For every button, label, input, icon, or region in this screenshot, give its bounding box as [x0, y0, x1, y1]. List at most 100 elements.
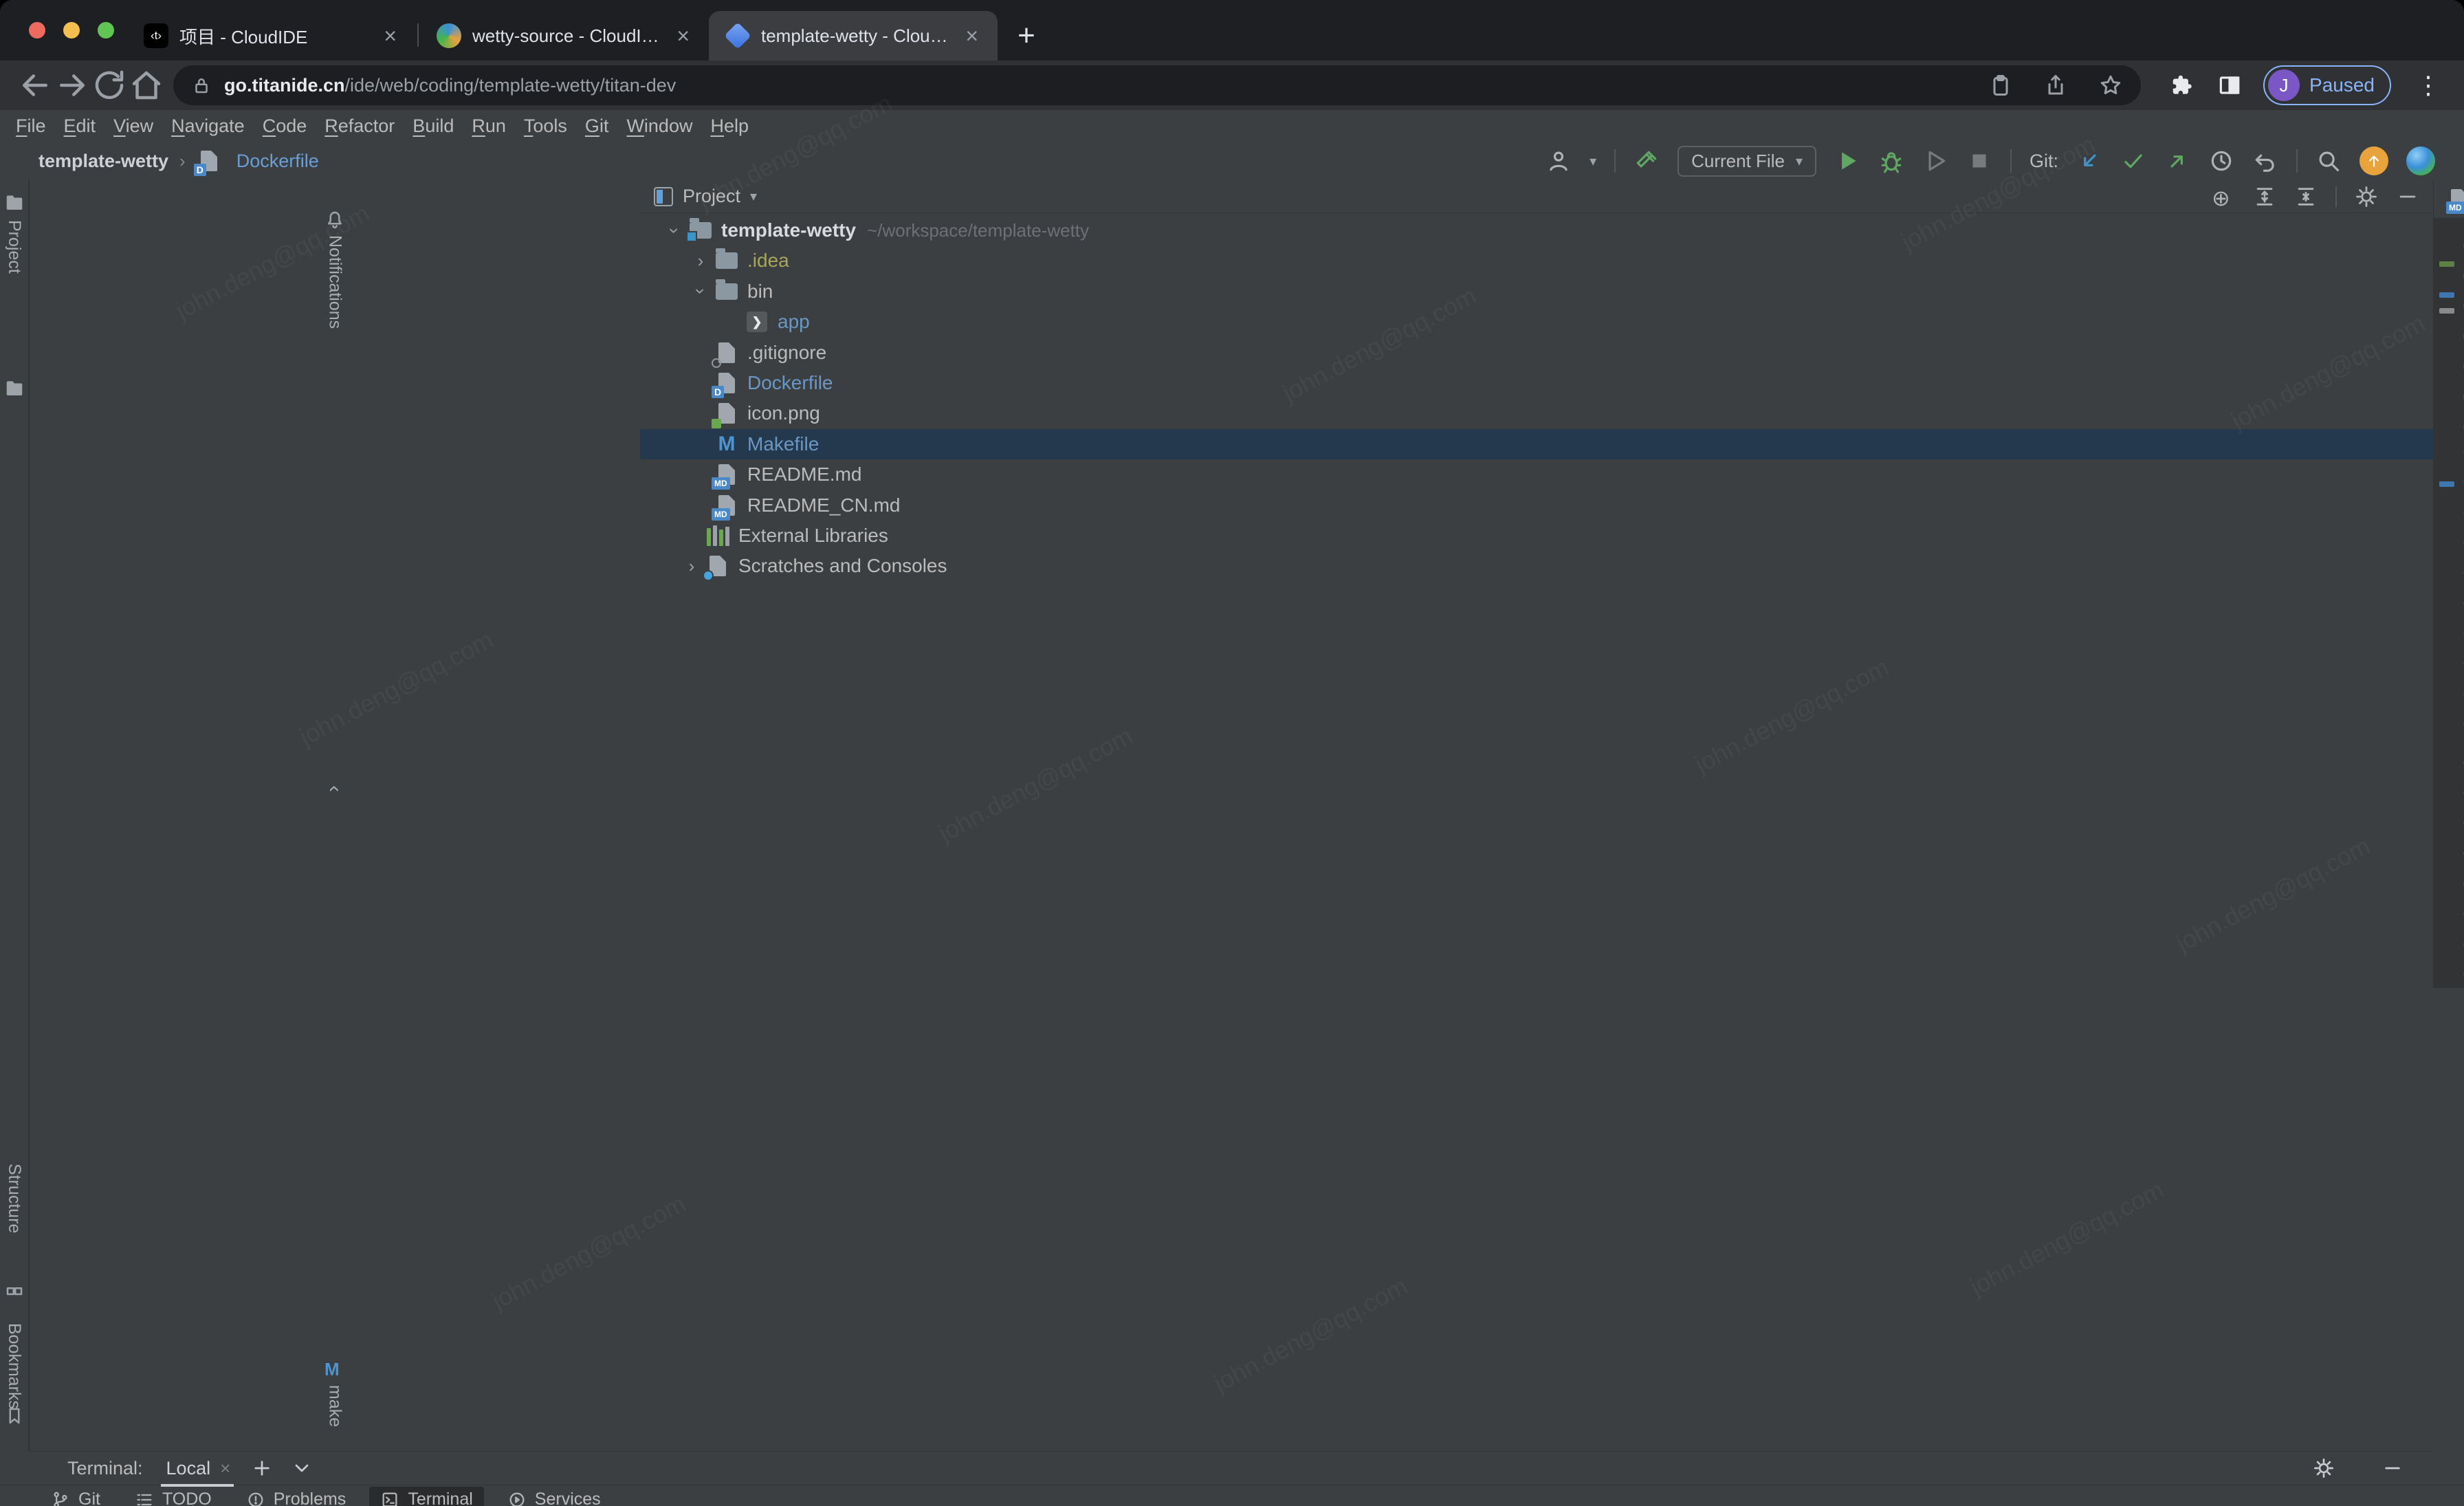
menu-refactor[interactable]: Refactor: [316, 116, 404, 137]
reload-icon[interactable]: [91, 67, 128, 104]
git-commit-icon[interactable]: [2120, 148, 2146, 174]
tree-item-readme.md[interactable]: MDREADME.md: [640, 459, 2433, 490]
browser-tab[interactable]: ‹t›项目 - CloudIDE×: [127, 11, 416, 61]
tree-caret-icon[interactable]: ›: [687, 250, 714, 272]
ch evron-down-icon[interactable]: ▾: [750, 188, 757, 205]
profile-button[interactable]: J Paused: [2263, 65, 2391, 105]
rollback-icon[interactable]: [2252, 148, 2278, 174]
commit-toolwindow-icon[interactable]: [4, 378, 25, 399]
grid-icon[interactable]: [4, 1280, 25, 1301]
stop-icon[interactable]: [1966, 148, 1992, 174]
toolwindow-button-git[interactable]: Git: [40, 1487, 111, 1506]
home-icon[interactable]: [128, 67, 165, 104]
tree-item-makefile[interactable]: MMakefile: [640, 429, 2433, 459]
make-toolwindow-icon[interactable]: M: [324, 1359, 345, 1379]
bookmark-star-icon[interactable]: [2098, 73, 2123, 98]
tree-item-.gitignore[interactable]: .gitignore: [640, 338, 2433, 368]
tree-caret-icon[interactable]: ›: [690, 278, 712, 305]
new-terminal-icon[interactable]: [251, 1457, 273, 1479]
tree-item-app[interactable]: ❯app: [640, 307, 2433, 337]
hide-terminal-icon[interactable]: [2382, 1457, 2404, 1479]
update-available-icon[interactable]: [2360, 146, 2388, 175]
debug-icon[interactable]: [1878, 148, 1904, 174]
terminal-settings-gear-icon[interactable]: [2313, 1457, 2335, 1479]
menu-code[interactable]: Code: [254, 116, 316, 137]
menu-file[interactable]: File: [7, 116, 55, 137]
tree-caret-icon[interactable]: ›: [678, 556, 705, 577]
menu-run[interactable]: Run: [463, 116, 515, 137]
close-tab-icon[interactable]: ×: [674, 23, 692, 49]
hide-panel-icon[interactable]: [2396, 185, 2419, 208]
menu-navigate[interactable]: Navigate: [162, 116, 254, 137]
code-line: 73 && yarn install \: [2434, 534, 2464, 564]
forward-icon[interactable]: [54, 67, 91, 104]
git-update-icon[interactable]: [2076, 148, 2102, 174]
menu-tools[interactable]: Tools: [515, 116, 576, 137]
tree-item-bin[interactable]: ›bin: [640, 276, 2433, 307]
notifications-bell-icon[interactable]: [324, 209, 345, 230]
hide-stripe-chevron[interactable]: ‹: [323, 785, 346, 792]
run-icon[interactable]: [1834, 148, 1860, 174]
right-tab-make[interactable]: make: [325, 1385, 345, 1427]
back-icon[interactable]: [16, 67, 54, 104]
toolwindow-button-terminal[interactable]: Terminal: [369, 1487, 483, 1506]
new-tab-button[interactable]: +: [1007, 15, 1046, 56]
run-config-select[interactable]: Current File▾: [1678, 146, 1816, 177]
tree-item-.idea[interactable]: ›.idea: [640, 245, 2433, 276]
menu-edit[interactable]: Edit: [55, 116, 105, 137]
toolwindow-button-problems[interactable]: Problems: [235, 1487, 358, 1506]
close-terminal-tab-icon[interactable]: ×: [220, 1458, 230, 1479]
clipboard-icon[interactable]: [1988, 73, 2013, 98]
tree-caret-icon[interactable]: ›: [664, 217, 685, 244]
locate-file-icon[interactable]: ⊕: [2212, 185, 2235, 208]
project-panel-title[interactable]: Project: [683, 186, 740, 207]
toolwindow-button-services[interactable]: Services: [496, 1487, 612, 1506]
panel-settings-gear-icon[interactable]: [2355, 185, 2378, 208]
right-tab-notifications[interactable]: Notifications: [325, 235, 345, 329]
profile-settings-icon[interactable]: [1546, 148, 1572, 174]
share-icon[interactable]: [2043, 73, 2068, 98]
left-tab-bookmarks[interactable]: Bookmarks: [4, 1323, 24, 1409]
close-window-button[interactable]: [29, 22, 45, 39]
maximize-window-button[interactable]: [98, 22, 114, 39]
browser-tab[interactable]: template-wetty - CloudIDE×: [709, 11, 998, 61]
code-editor[interactable]: 62 # 设置路径环境变量63 && echo "export PATH=${U…: [2434, 219, 2464, 988]
minimize-window-button[interactable]: [63, 22, 80, 39]
history-icon[interactable]: [2208, 148, 2234, 174]
side-panel-icon[interactable]: [2216, 72, 2243, 98]
git-push-icon[interactable]: [2164, 148, 2190, 174]
breadcrumb-project[interactable]: template-wetty: [38, 151, 168, 172]
tree-item-externallibraries[interactable]: External Libraries: [640, 521, 2433, 551]
code-with-me-icon[interactable]: [2406, 146, 2435, 175]
project-toolwindow-icon[interactable]: [4, 193, 25, 213]
browser-menu-icon[interactable]: ⋮: [2409, 71, 2448, 100]
breadcrumb-file[interactable]: D Dockerfile: [197, 149, 319, 173]
menu-help[interactable]: Help: [701, 116, 758, 137]
toolwindow-button-todo[interactable]: TODO: [124, 1487, 223, 1506]
menu-window[interactable]: Window: [617, 116, 701, 137]
editor-tab-readme.md[interactable]: MDREADME.md×: [2434, 180, 2464, 218]
menu-build[interactable]: Build: [404, 116, 463, 137]
tree-item-readme_cn.md[interactable]: MDREADME_CN.md: [640, 490, 2433, 521]
build-hammer-icon[interactable]: [1634, 148, 1660, 174]
address-bar[interactable]: go.titanide.cn/ide/web/coding/template-w…: [173, 65, 2141, 105]
menu-git[interactable]: Git: [576, 116, 618, 137]
coverage-icon[interactable]: [1922, 148, 1948, 174]
left-tab-structure[interactable]: Structure: [4, 1164, 24, 1233]
tree-item-icon.png[interactable]: icon.png: [640, 398, 2433, 428]
browser-tab[interactable]: wetty-source - CloudIDE×: [420, 11, 709, 61]
left-tab-project[interactable]: Project: [4, 220, 24, 274]
close-tab-icon[interactable]: ×: [962, 23, 981, 49]
extensions-puzzle-icon[interactable]: [2170, 72, 2196, 98]
tree-item-dockerfile[interactable]: DDockerfile: [640, 368, 2433, 398]
search-everywhere-icon[interactable]: [2316, 148, 2342, 174]
terminal-dropdown-icon[interactable]: [291, 1457, 313, 1479]
bookmark-icon[interactable]: [4, 1406, 25, 1426]
menu-view[interactable]: View: [104, 116, 162, 137]
terminal-tab-local[interactable]: Local: [166, 1458, 211, 1479]
expand-all-icon[interactable]: [2253, 185, 2276, 208]
tree-item-template-wetty[interactable]: ›template-wetty~/workspace/template-wett…: [640, 215, 2433, 245]
collapse-all-icon[interactable]: [2294, 185, 2318, 208]
tree-item-scratchesandconsoles[interactable]: ›Scratches and Consoles: [640, 551, 2433, 581]
close-tab-icon[interactable]: ×: [381, 23, 399, 49]
